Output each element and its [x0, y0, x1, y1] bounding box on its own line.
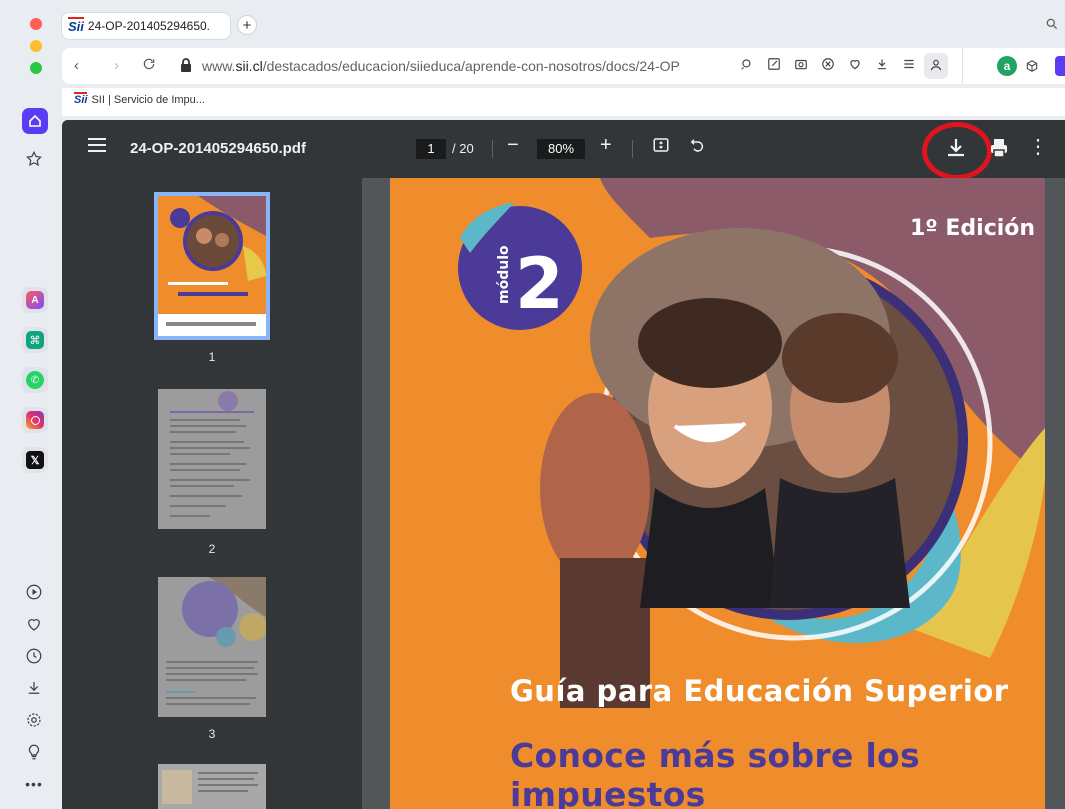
- reload-icon[interactable]: [142, 57, 156, 75]
- bookmark-sii[interactable]: Sii SII | Servicio de Impu...: [74, 92, 205, 106]
- lightbulb-icon[interactable]: [22, 740, 46, 764]
- tab-favicon: Sii: [68, 16, 84, 34]
- edition-label: 1º Edición: [910, 216, 1036, 241]
- url-path: /destacados/educacion/siieduca/aprende-c…: [262, 58, 680, 74]
- zoom-out-button[interactable]: −: [507, 134, 519, 157]
- fit-page-icon[interactable]: [652, 136, 670, 159]
- rotate-icon[interactable]: [688, 136, 706, 159]
- bookmark-label: SII | Servicio de Impu...: [91, 94, 205, 106]
- address-bar-url[interactable]: www.sii.cl/destacados/educacion/siieduca…: [202, 58, 680, 74]
- profile-icon[interactable]: [924, 53, 948, 79]
- bookmarks-bar: Sii SII | Servicio de Impu...: [62, 88, 1065, 116]
- instagram-icon[interactable]: [22, 407, 48, 433]
- edit-icon[interactable]: [765, 57, 783, 74]
- download-icon[interactable]: [873, 57, 891, 74]
- tab-search-icon[interactable]: [1045, 17, 1059, 35]
- new-tab-button[interactable]: +: [237, 15, 257, 35]
- close-window-button[interactable]: [30, 18, 42, 30]
- bookmark-favicon: Sii: [74, 92, 88, 106]
- thumbnail-page-4[interactable]: [158, 764, 266, 809]
- block-icon[interactable]: [819, 57, 837, 74]
- app-sidebar: A ⌘ ✆ 𝕏 •••: [0, 0, 62, 809]
- menu-icon[interactable]: [88, 138, 106, 154]
- minimize-window-button[interactable]: [30, 40, 42, 52]
- download-highlight-annotation: [922, 122, 992, 180]
- print-icon[interactable]: [990, 138, 1008, 158]
- thumbnail-label-2: 2: [208, 542, 216, 556]
- cover-subtitle: Guía para Educación Superior: [510, 674, 1009, 708]
- cube-extension-icon[interactable]: [1022, 56, 1042, 76]
- toolbar-divider: [962, 48, 963, 84]
- chatgpt-icon[interactable]: ⌘: [22, 327, 48, 353]
- settings-icon[interactable]: [22, 708, 46, 732]
- cover-artwork: módulo 2: [458, 178, 1045, 708]
- pdf-viewer: 24-OP-201405294650.pdf 1 / 20 − 80% + ⋮: [62, 120, 1065, 809]
- lock-icon[interactable]: [179, 57, 193, 73]
- filter-icon[interactable]: [900, 57, 918, 74]
- url-prefix: www.: [202, 58, 236, 74]
- toolbar-separator: [492, 140, 493, 158]
- browser-toolbar: ‹ › www.sii.cl/destacados/educacion/siie…: [62, 48, 1065, 84]
- camera-icon[interactable]: [792, 57, 810, 74]
- thumbnail-label-3: 3: [208, 727, 216, 741]
- pdf-toolbar: 24-OP-201405294650.pdf 1 / 20 − 80% + ⋮: [62, 120, 1065, 180]
- thumbnail-page-1[interactable]: [154, 192, 270, 340]
- browser-tab[interactable]: Sii 24-OP-201405294650.: [62, 13, 230, 39]
- heart-icon[interactable]: [22, 612, 46, 636]
- tab-title: 24-OP-201405294650.: [87, 19, 211, 33]
- star-icon[interactable]: [22, 147, 46, 171]
- extension-partial-icon[interactable]: [1055, 56, 1065, 76]
- pdf-page-1: módulo 2 1º Edición Guía para Educación …: [390, 178, 1045, 809]
- url-domain: sii.cl: [235, 58, 263, 74]
- more-actions-icon[interactable]: ⋮: [1028, 134, 1048, 159]
- whatsapp-icon[interactable]: ✆: [22, 367, 48, 393]
- cover-headline: Conoce más sobre los impuestos: [510, 736, 920, 809]
- page-total: / 20: [452, 141, 474, 156]
- history-icon[interactable]: [22, 644, 46, 668]
- play-icon[interactable]: [22, 580, 46, 604]
- x-icon[interactable]: 𝕏: [22, 447, 48, 473]
- zoom-in-button[interactable]: +: [600, 134, 612, 157]
- download-icon[interactable]: [22, 676, 46, 700]
- thumbnail-pane: 1 2 3: [62, 178, 362, 809]
- maximize-window-button[interactable]: [30, 62, 42, 74]
- thumbnail-label-1: 1: [208, 350, 216, 364]
- module-number: 2: [515, 243, 564, 325]
- workspace-icon[interactable]: [22, 108, 48, 134]
- app-icon[interactable]: A: [22, 287, 48, 313]
- grammarly-extension-icon[interactable]: a: [997, 56, 1017, 76]
- module-label: módulo: [496, 245, 512, 304]
- heart-icon[interactable]: [846, 57, 864, 74]
- search-page-icon[interactable]: [738, 57, 756, 74]
- forward-icon[interactable]: ›: [114, 57, 119, 74]
- toolbar-separator: [632, 140, 633, 158]
- zoom-input[interactable]: 80%: [537, 139, 585, 159]
- pdf-title: 24-OP-201405294650.pdf: [130, 140, 306, 157]
- thumbnail-page-2[interactable]: [158, 389, 266, 529]
- page-number-input[interactable]: 1: [416, 139, 446, 159]
- back-icon[interactable]: ‹: [74, 57, 79, 74]
- thumbnail-page-3[interactable]: [158, 577, 267, 717]
- more-icon[interactable]: •••: [22, 772, 46, 796]
